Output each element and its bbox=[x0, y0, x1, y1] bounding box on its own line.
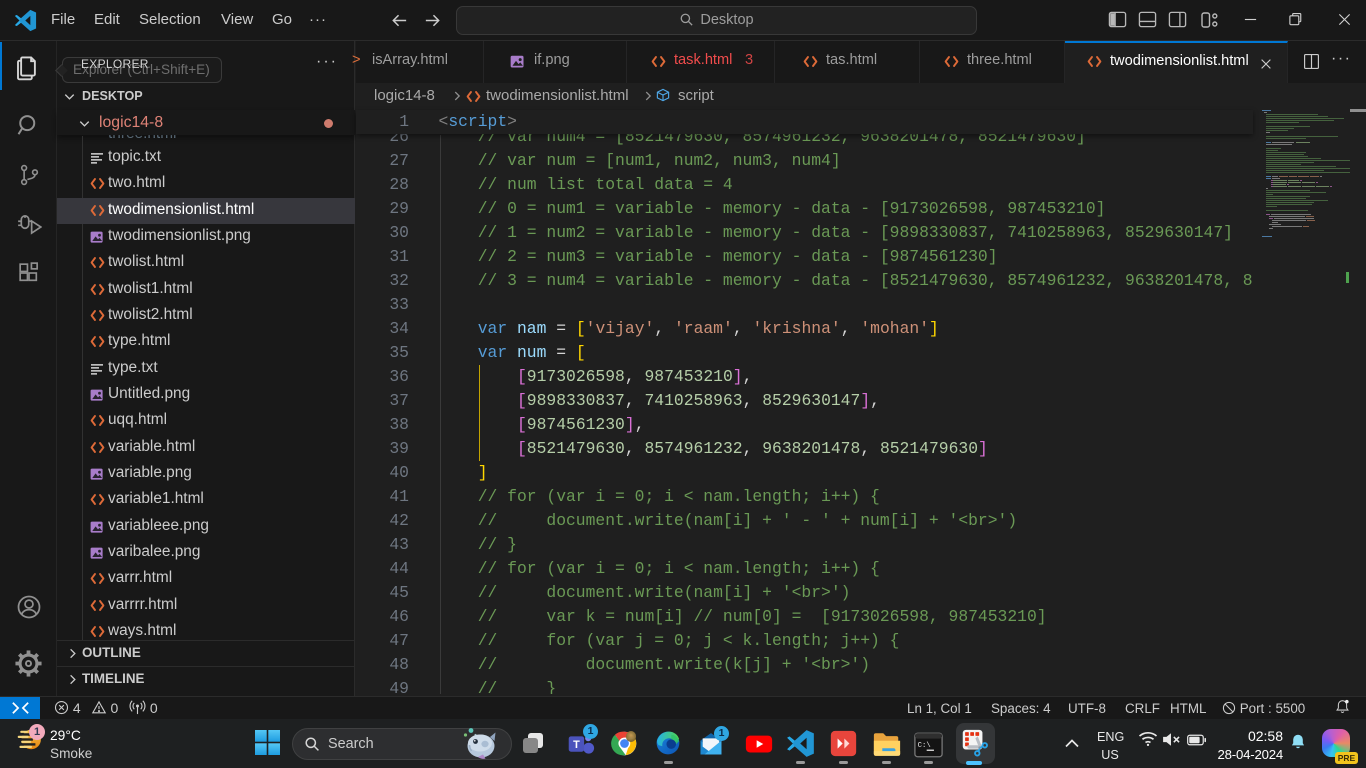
svg-text:C:\: C:\ bbox=[918, 742, 931, 750]
svg-text:T: T bbox=[573, 739, 580, 751]
